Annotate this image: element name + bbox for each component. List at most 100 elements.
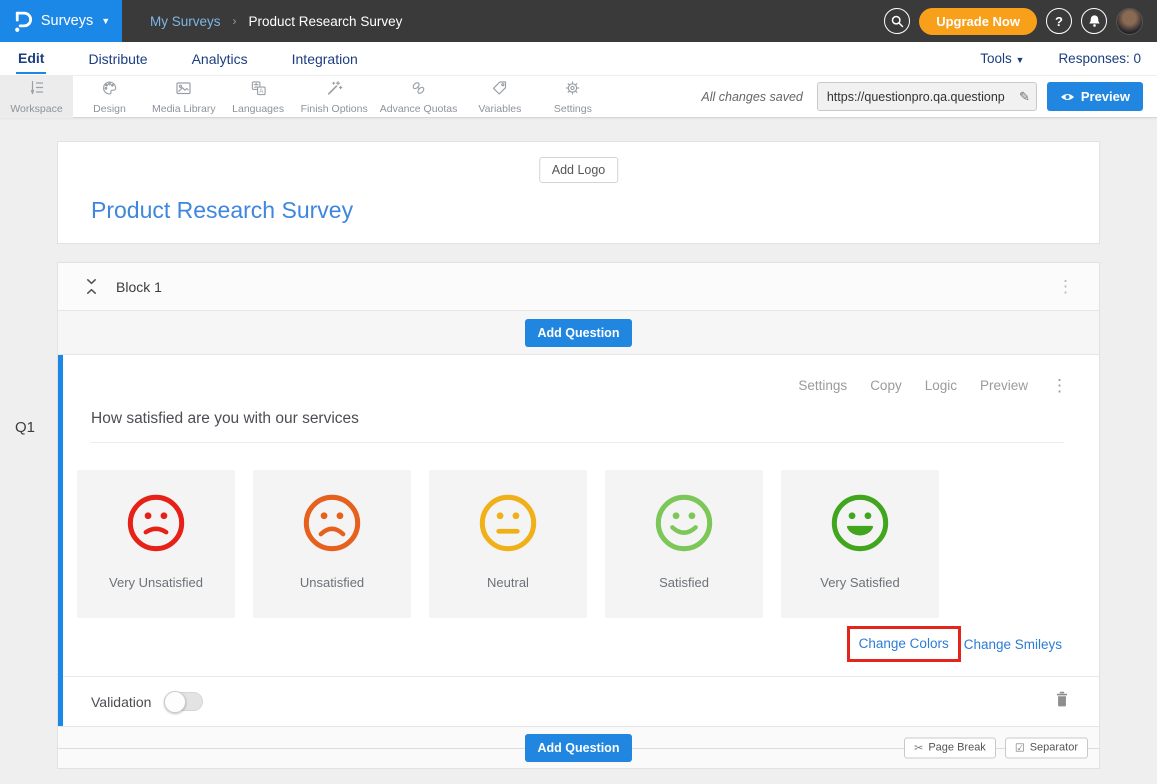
smiley-option[interactable]: Neutral xyxy=(429,470,587,618)
notifications-button[interactable] xyxy=(1081,8,1107,34)
smiley-options: Very Unsatisfied Unsatisfied Neutral Satisf… xyxy=(63,443,1099,618)
responses-count[interactable]: Responses: 0 xyxy=(1058,51,1141,66)
breadcrumb-separator-icon: › xyxy=(233,14,237,28)
tab-analytics[interactable]: Analytics xyxy=(190,44,250,73)
question-actions: Settings Copy Logic Preview ⋮ xyxy=(63,355,1099,394)
breadcrumb-my-surveys[interactable]: My Surveys xyxy=(150,14,221,29)
block-card: Block 1 ⋮ Add Question Q1 Settings Copy … xyxy=(57,262,1100,769)
chevron-down-icon: ▼ xyxy=(1016,55,1025,65)
add-question-button-top[interactable]: Add Question xyxy=(525,319,633,347)
block-title[interactable]: Block 1 xyxy=(116,279,162,295)
smiley-label: Unsatisfied xyxy=(300,575,364,590)
block-footer: Add Question ✂ Page Break ☑ Separator xyxy=(58,726,1099,768)
delete-question-trash-icon[interactable] xyxy=(1055,691,1069,712)
separator-button[interactable]: ☑ Separator xyxy=(1005,737,1088,758)
translate-icon: A xyxy=(250,80,267,101)
collapse-block-icon[interactable] xyxy=(85,278,98,295)
validation-row: Validation xyxy=(63,676,1099,726)
tab-integration[interactable]: Integration xyxy=(290,44,360,73)
gear-icon xyxy=(564,80,581,101)
page-break-button[interactable]: ✂ Page Break xyxy=(904,737,996,758)
smiley-option[interactable]: Very Satisfied xyxy=(781,470,939,618)
section-nav: Edit Distribute Analytics Integration To… xyxy=(0,42,1157,75)
editor-content: Add Logo Product Research Survey Block 1… xyxy=(0,118,1157,769)
tool-design[interactable]: Design xyxy=(73,75,146,118)
validation-toggle[interactable] xyxy=(164,692,203,711)
survey-title[interactable]: Product Research Survey xyxy=(91,197,353,224)
smiley-face-icon xyxy=(477,470,539,554)
tool-workspace[interactable]: Workspace xyxy=(0,75,73,118)
add-question-strip-top: Add Question xyxy=(58,311,1099,355)
tab-distribute[interactable]: Distribute xyxy=(86,44,149,73)
top-bar: Surveys ▼ My Surveys › Product Research … xyxy=(0,0,1157,42)
smiley-label: Satisfied xyxy=(659,575,709,590)
smiley-label: Very Unsatisfied xyxy=(109,575,203,590)
question-logic-link[interactable]: Logic xyxy=(925,378,957,393)
add-logo-button[interactable]: Add Logo xyxy=(539,157,619,183)
tools-menu[interactable]: Tools ▼ xyxy=(980,51,1024,66)
smiley-option[interactable]: Unsatisfied xyxy=(253,470,411,618)
tool-languages[interactable]: A Languages xyxy=(222,75,295,118)
editor-toolbar: Workspace Design Media Library A Languag… xyxy=(0,75,1157,118)
question-menu-dots-icon[interactable]: ⋮ xyxy=(1051,377,1069,394)
question-mark-icon: ? xyxy=(1055,14,1063,29)
magic-wand-icon xyxy=(326,80,343,101)
search-button[interactable] xyxy=(884,8,910,34)
smiley-option[interactable]: Very Unsatisfied xyxy=(77,470,235,618)
tool-variables[interactable]: Variables xyxy=(463,75,536,118)
tool-advance-quotas[interactable]: Advance Quotas xyxy=(374,75,464,118)
eye-icon xyxy=(1060,92,1075,102)
edit-url-pencil-icon[interactable]: ✎ xyxy=(1019,89,1030,105)
palette-icon xyxy=(101,80,118,101)
smiley-option[interactable]: Satisfied xyxy=(605,470,763,618)
block-menu-dots-icon[interactable]: ⋮ xyxy=(1057,278,1075,295)
separator-icon: ☑ xyxy=(1015,741,1025,754)
survey-url-value: https://questionpro.qa.questionp xyxy=(827,90,1019,104)
question-preview-link[interactable]: Preview xyxy=(980,378,1028,393)
questionpro-logo-icon xyxy=(12,8,33,34)
chain-links-icon xyxy=(410,80,427,101)
change-smileys-link[interactable]: Change Smileys xyxy=(964,637,1062,652)
tool-media-library[interactable]: Media Library xyxy=(146,75,222,118)
question-index-label: Q1 xyxy=(15,419,35,436)
smiley-face-icon xyxy=(301,470,363,554)
image-icon xyxy=(175,80,192,101)
help-button[interactable]: ? xyxy=(1046,8,1072,34)
survey-url-field[interactable]: https://questionpro.qa.questionp ✎ xyxy=(817,82,1037,111)
smiley-label: Neutral xyxy=(487,575,529,590)
user-avatar[interactable] xyxy=(1116,8,1143,35)
tab-edit[interactable]: Edit xyxy=(16,43,46,74)
upgrade-now-button[interactable]: Upgrade Now xyxy=(919,8,1037,35)
question-wrapper: Q1 Settings Copy Logic Preview ⋮ How sat… xyxy=(58,355,1099,726)
toggle-knob xyxy=(164,691,186,713)
tool-settings[interactable]: Settings xyxy=(536,75,609,118)
smiley-face-icon xyxy=(653,470,715,554)
survey-header-card: Add Logo Product Research Survey xyxy=(57,141,1100,244)
block-header: Block 1 ⋮ xyxy=(58,263,1099,311)
preview-button[interactable]: Preview xyxy=(1047,82,1143,111)
breadcrumb: My Surveys › Product Research Survey xyxy=(150,14,402,29)
change-colors-link[interactable]: Change Colors xyxy=(859,636,949,651)
smiley-face-icon xyxy=(125,470,187,554)
search-icon xyxy=(891,15,904,28)
tool-finish-options[interactable]: Finish Options xyxy=(295,75,374,118)
question-card: Settings Copy Logic Preview ⋮ How satisf… xyxy=(58,355,1099,726)
bell-icon xyxy=(1088,14,1101,28)
smiley-links-row: Change Colors Change Smileys xyxy=(63,618,1099,662)
question-settings-link[interactable]: Settings xyxy=(798,378,847,393)
save-status: All changes saved xyxy=(701,90,802,104)
scissors-icon: ✂ xyxy=(914,741,923,754)
breadcrumb-current-survey: Product Research Survey xyxy=(249,14,403,29)
question-copy-link[interactable]: Copy xyxy=(870,378,902,393)
workspace-icon xyxy=(28,80,45,101)
chevron-down-icon: ▼ xyxy=(101,16,110,26)
app-logo-menu[interactable]: Surveys ▼ xyxy=(0,0,122,42)
smiley-label: Very Satisfied xyxy=(820,575,900,590)
topbar-actions: Upgrade Now ? xyxy=(884,8,1157,35)
add-question-button-bottom[interactable]: Add Question xyxy=(525,734,633,762)
validation-label: Validation xyxy=(91,694,151,710)
tag-icon xyxy=(491,80,508,101)
annotation-highlight-box: Change Colors xyxy=(847,626,961,662)
smiley-face-icon xyxy=(829,470,891,554)
question-text[interactable]: How satisfied are you with our services xyxy=(91,410,1064,443)
